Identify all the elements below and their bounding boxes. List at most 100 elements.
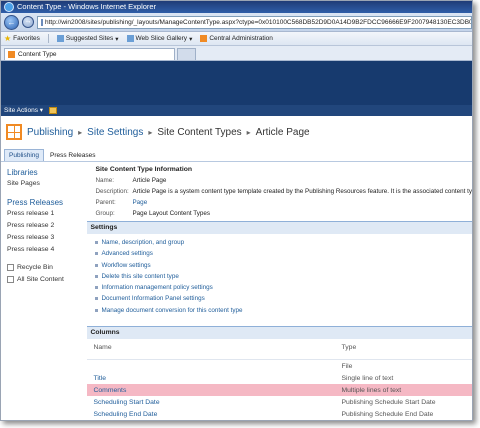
address-input[interactable]: http://win2008/sites/publishing/_layouts… xyxy=(37,15,472,29)
info-row-description: Description: Article Page is a system co… xyxy=(87,188,472,195)
favorites-label: Favorites xyxy=(13,35,40,42)
nav-heading-press-releases[interactable]: Press Releases xyxy=(7,198,87,207)
favorites-button[interactable]: ★ Favorites xyxy=(4,34,40,43)
bullet-icon xyxy=(95,286,99,290)
nav-item-recycle-bin[interactable]: Recycle Bin xyxy=(7,264,87,271)
window-titlebar: Content Type - Windows Internet Explorer xyxy=(1,1,472,13)
column-link-scheduling-start[interactable]: Scheduling Start Date xyxy=(93,399,341,408)
new-tab-button[interactable] xyxy=(177,48,196,60)
settings-link-label: Manage document conversion for this cont… xyxy=(101,306,243,314)
info-row-name: Name: Article Page xyxy=(87,177,472,184)
settings-link[interactable]: Document Information Panel settings xyxy=(95,295,472,302)
settings-link[interactable]: Information management policy settings xyxy=(95,284,472,291)
breadcrumb-separator-icon: ▸ xyxy=(148,127,153,137)
site-actions-menu[interactable]: Site Actions ▾ xyxy=(4,105,43,116)
settings-section-header: Settings xyxy=(87,221,472,234)
recycle-bin-icon xyxy=(7,264,14,271)
info-row-parent: Parent: Page xyxy=(87,199,472,206)
settings-link[interactable]: Workflow settings xyxy=(95,262,472,269)
nav-heading-libraries[interactable]: Libraries xyxy=(7,168,87,177)
tab-press-releases[interactable]: Press Releases xyxy=(46,150,100,161)
table-row: Scheduling Start Date Publishing Schedul… xyxy=(87,396,472,408)
site-actions-label: Site Actions xyxy=(4,107,38,114)
column-type: Multiple lines of text xyxy=(341,386,402,394)
column-header-type: Type xyxy=(341,343,357,351)
browser-tab-row: Content Type xyxy=(1,46,472,61)
suggested-sites-icon xyxy=(56,35,64,42)
all-content-label: All Site Content xyxy=(17,276,64,283)
column-link-comments[interactable]: Comments xyxy=(93,387,341,396)
ie-logo-icon xyxy=(4,2,14,12)
nav-item-press-release-2[interactable]: Press release 2 xyxy=(7,222,87,229)
settings-link[interactable]: Advanced settings xyxy=(95,250,472,257)
info-title: Site Content Type Information xyxy=(95,166,193,173)
back-button[interactable]: ← xyxy=(4,14,19,30)
sharepoint-top-banner xyxy=(1,61,472,105)
column-header-name: Name xyxy=(93,343,112,351)
column-link-title[interactable]: Title xyxy=(93,375,341,384)
tab-publishing[interactable]: Publishing xyxy=(4,149,44,161)
info-row-group: Group: Page Layout Content Types xyxy=(87,210,472,217)
all-content-icon xyxy=(7,276,14,283)
table-row-highlighted: Comments Multiple lines of text xyxy=(87,383,472,396)
info-value: Article Page xyxy=(132,177,167,184)
quick-launch-nav: Libraries Site Pages Press Releases Pres… xyxy=(1,162,87,420)
sharepoint-tab-icon xyxy=(8,51,15,58)
breadcrumb-site-content-types[interactable]: Site Content Types xyxy=(157,127,241,138)
window-title: Content Type - Windows Internet Explorer xyxy=(17,2,157,11)
fav-web-slice-gallery[interactable]: Web Slice Gallery ▾ xyxy=(126,35,192,43)
tab-title: Content Type xyxy=(18,51,57,58)
column-type: Single line of text xyxy=(341,374,394,382)
fav-suggested-sites[interactable]: Suggested Sites ▾ xyxy=(56,35,119,43)
bullet-icon xyxy=(95,252,99,256)
settings-link-label: Name, description, and group xyxy=(101,239,185,246)
info-label: Name: xyxy=(95,177,115,184)
columns-section-header: Columns xyxy=(87,325,472,339)
nav-item-press-release-3[interactable]: Press release 3 xyxy=(7,234,87,241)
fav-item-label: Central Administration xyxy=(209,35,273,42)
main-content: Site Content Type Information Name: Arti… xyxy=(87,162,472,420)
nav-item-press-release-1[interactable]: Press release 1 xyxy=(7,210,87,217)
ie-window: Content Type - Windows Internet Explorer… xyxy=(0,0,473,421)
fav-item-label: Suggested Sites xyxy=(65,35,114,42)
column-type: Publishing Schedule Start Date xyxy=(341,398,436,406)
browser-tab-content-type[interactable]: Content Type xyxy=(4,48,175,60)
favorites-bar: ★ Favorites Suggested Sites ▾ Web Slice … xyxy=(1,32,472,46)
page-icon xyxy=(41,18,43,26)
parent-link[interactable]: Page xyxy=(132,199,147,206)
forward-button[interactable]: → xyxy=(22,16,34,28)
breadcrumb-separator-icon: ▸ xyxy=(78,127,83,137)
column-link-scheduling-end[interactable]: Scheduling End Date xyxy=(93,411,341,420)
settings-link[interactable]: Manage document conversion for this cont… xyxy=(95,307,472,314)
nav-item-all-site-content[interactable]: All Site Content xyxy=(7,276,87,283)
settings-list: Name, description, and group Advanced se… xyxy=(87,234,472,314)
sharepoint-icon xyxy=(200,35,208,42)
toolbar-divider xyxy=(47,34,49,43)
favorites-star-icon: ★ xyxy=(4,34,12,43)
bullet-icon xyxy=(95,241,99,244)
breadcrumb-separator-icon: ▸ xyxy=(246,127,251,137)
address-url: http://win2008/sites/publishing/_layouts… xyxy=(45,18,472,26)
breadcrumb-site-settings[interactable]: Site Settings xyxy=(87,127,143,138)
browse-folder-icon[interactable] xyxy=(49,107,58,114)
settings-link[interactable]: Name, description, and group xyxy=(95,239,472,246)
info-value: Article Page is a system content type te… xyxy=(132,188,472,195)
nav-item-site-pages[interactable]: Site Pages xyxy=(7,180,87,187)
web-slice-icon xyxy=(126,35,134,42)
settings-link-label: Delete this site content type xyxy=(101,272,179,280)
table-row: Title Single line of text xyxy=(87,372,472,384)
fav-central-admin[interactable]: Central Administration xyxy=(200,35,273,42)
file-label: File xyxy=(341,362,353,370)
breadcrumb: Publishing ▸ Site Settings ▸ Site Conten… xyxy=(1,116,472,148)
bullet-icon xyxy=(95,274,99,278)
info-label: Group: xyxy=(95,210,115,217)
settings-link-label: Advanced settings xyxy=(101,250,153,258)
nav-item-press-release-4[interactable]: Press release 4 xyxy=(7,246,87,253)
page-title: Article Page xyxy=(255,126,310,138)
settings-link[interactable]: Delete this site content type xyxy=(95,273,472,280)
recycle-bin-label: Recycle Bin xyxy=(17,264,53,271)
bullet-icon xyxy=(95,263,99,267)
table-row: Scheduling End Date Publishing Schedule … xyxy=(87,408,472,420)
site-logo-icon xyxy=(6,124,22,140)
breadcrumb-publishing[interactable]: Publishing xyxy=(27,127,73,138)
